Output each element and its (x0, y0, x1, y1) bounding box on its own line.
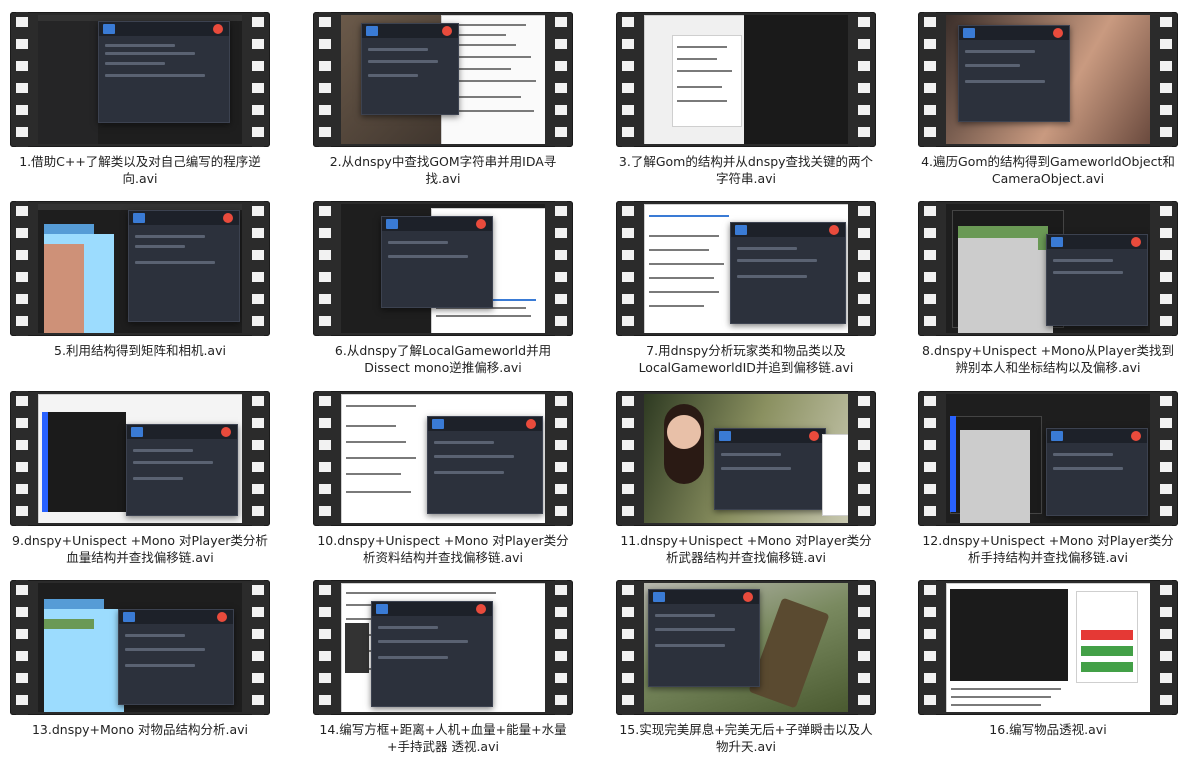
video-file-name: 12.dnspy+Unispect +Mono 对Player类分析手持结构并查… (922, 533, 1174, 565)
video-file-item[interactable]: 6.从dnspy了解LocalGameworld并用Dissect mono逆推… (313, 201, 573, 386)
video-file-name: 5.利用结构得到矩阵和相机.avi (54, 343, 226, 358)
video-file-item[interactable]: 4.遍历Gom的结构得到GameworldObject和CameraObject… (918, 12, 1178, 197)
video-thumbnail (616, 391, 876, 526)
video-thumbnail (918, 201, 1178, 336)
video-thumbnail (918, 391, 1178, 526)
video-thumbnail (616, 580, 876, 715)
video-file-item[interactable]: 8.dnspy+Unispect +Mono从Player类找到辨别本人和坐标结… (918, 201, 1178, 386)
video-file-item[interactable]: 2.从dnspy中查找GOM字符串并用IDA寻找.avi (313, 12, 573, 197)
video-file-item[interactable]: 12.dnspy+Unispect +Mono 对Player类分析手持结构并查… (918, 391, 1178, 576)
video-file-item[interactable]: 11.dnspy+Unispect +Mono 对Player类分析武器结构并查… (616, 391, 876, 576)
video-file-item[interactable]: 14.编写方框+距离+人机+血量+能量+水量+手持武器 透视.avi (313, 580, 573, 765)
video-file-name: 3.了解Gom的结构并从dnspy查找关键的两个字符串.avi (618, 154, 874, 186)
video-file-name: 10.dnspy+Unispect +Mono 对Player类分析资料结构并查… (317, 533, 569, 565)
video-thumbnail (313, 391, 573, 526)
video-file-item[interactable]: 13.dnspy+Mono 对物品结构分析.avi (10, 580, 270, 765)
video-thumbnail (10, 580, 270, 715)
video-file-name: 7.用dnspy分析玩家类和物品类以及LocalGameworldID并追到偏移… (638, 343, 854, 375)
video-thumbnail (313, 580, 573, 715)
video-file-item[interactable]: 10.dnspy+Unispect +Mono 对Player类分析资料结构并查… (313, 391, 573, 576)
video-file-item[interactable]: 5.利用结构得到矩阵和相机.avi (10, 201, 270, 386)
video-file-name: 9.dnspy+Unispect +Mono 对Player类分析血量结构并查找… (12, 533, 268, 565)
video-file-item[interactable]: 9.dnspy+Unispect +Mono 对Player类分析血量结构并查找… (10, 391, 270, 576)
video-thumbnail (918, 580, 1178, 715)
video-file-name: 8.dnspy+Unispect +Mono从Player类找到辨别本人和坐标结… (922, 343, 1174, 375)
video-file-name: 14.编写方框+距离+人机+血量+能量+水量+手持武器 透视.avi (319, 722, 567, 754)
video-thumbnail (10, 201, 270, 336)
video-thumbnail (616, 201, 876, 336)
video-file-name: 6.从dnspy了解LocalGameworld并用Dissect mono逆推… (334, 343, 552, 375)
video-file-name: 1.借助C++了解类以及对自己编写的程序逆向.avi (19, 154, 261, 186)
video-file-item[interactable]: 3.了解Gom的结构并从dnspy查找关键的两个字符串.avi (616, 12, 876, 197)
video-file-name: 11.dnspy+Unispect +Mono 对Player类分析武器结构并查… (620, 533, 872, 565)
video-thumbnail (918, 12, 1178, 147)
video-thumbnail (313, 12, 573, 147)
video-file-name: 2.从dnspy中查找GOM字符串并用IDA寻找.avi (329, 154, 557, 186)
video-file-item[interactable]: 7.用dnspy分析玩家类和物品类以及LocalGameworldID并追到偏移… (616, 201, 876, 386)
video-thumbnail (616, 12, 876, 147)
video-file-name: 4.遍历Gom的结构得到GameworldObject和CameraObject… (921, 154, 1175, 186)
video-file-name: 16.编写物品透视.avi (989, 722, 1107, 737)
video-thumbnail (10, 12, 270, 147)
video-thumbnail (10, 391, 270, 526)
video-file-item[interactable]: 1.借助C++了解类以及对自己编写的程序逆向.avi (10, 12, 270, 197)
video-file-item[interactable]: 15.实现完美屏息+完美无后+子弹瞬击以及人物升天.avi (616, 580, 876, 765)
video-file-name: 13.dnspy+Mono 对物品结构分析.avi (31, 722, 249, 737)
video-file-item[interactable]: 16.编写物品透视.avi (918, 580, 1178, 765)
video-file-name: 15.实现完美屏息+完美无后+子弹瞬击以及人物升天.avi (619, 722, 873, 754)
video-file-grid: 1.借助C++了解类以及对自己编写的程序逆向.avi 2.从dnspy中查找GO… (0, 0, 1187, 754)
video-thumbnail (313, 201, 573, 336)
